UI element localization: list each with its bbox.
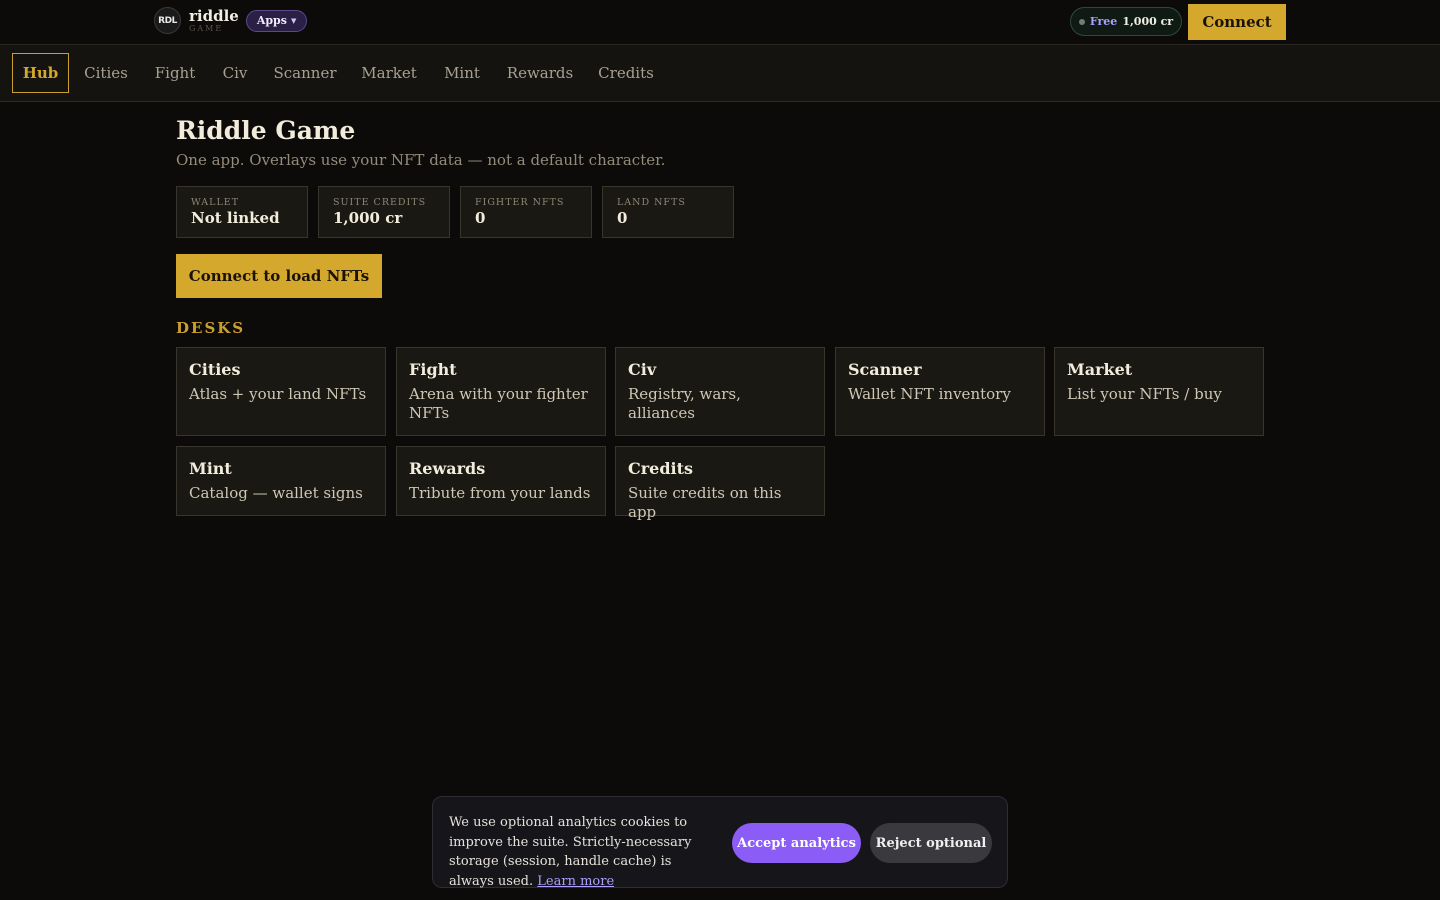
top-bar: RDL riddle GAME Apps ▼ Free 1,000 cr Con… — [0, 0, 1440, 45]
free-label: Free — [1089, 15, 1118, 28]
logo-badge-icon: RDL — [154, 7, 181, 34]
tab-scanner[interactable]: Scanner — [268, 53, 342, 93]
desk-title: Cities — [189, 360, 241, 379]
tab-civ[interactable]: Civ — [216, 53, 254, 93]
desk-description: Registry, wars, alliances — [628, 385, 741, 422]
stat-suite-credits: SUITE CREDITS 1,000 cr — [318, 186, 450, 238]
reject-optional-button[interactable]: Reject optional — [870, 823, 992, 863]
desk-card-rewards[interactable]: Rewards Tribute from your lands — [396, 446, 606, 516]
tab-mint[interactable]: Mint — [436, 53, 488, 93]
stat-wallet: WALLET Not linked — [176, 186, 308, 238]
tab-fight[interactable]: Fight — [148, 53, 202, 93]
desk-card-cities[interactable]: Cities Atlas + your land NFTs — [176, 347, 386, 436]
accept-analytics-button[interactable]: Accept analytics — [732, 823, 861, 863]
cookie-text: We use optional analytics cookies to imp… — [449, 813, 719, 891]
desk-description: Suite credits on this app — [628, 484, 782, 521]
free-credits-value: 1,000 cr — [1122, 15, 1174, 28]
tab-rewards[interactable]: Rewards — [502, 53, 578, 93]
desk-card-fight[interactable]: Fight Arena with your fighter NFTs — [396, 347, 606, 436]
connect-button[interactable]: Connect — [1188, 4, 1286, 40]
desk-card-mint[interactable]: Mint Catalog — wallet signs — [176, 446, 386, 516]
desk-title: Civ — [628, 360, 657, 379]
apps-label: Apps — [256, 14, 287, 27]
tab-cities[interactable]: Cities — [78, 53, 134, 93]
desk-card-civ[interactable]: Civ Registry, wars, alliances — [615, 347, 825, 436]
desk-description: List your NFTs / buy — [1067, 385, 1222, 403]
desk-title: Market — [1067, 360, 1133, 379]
desk-description: Tribute from your lands — [409, 484, 591, 502]
brand: riddle GAME — [189, 6, 239, 33]
chevron-down-icon: ▼ — [290, 16, 297, 25]
stat-value: Not linked — [191, 209, 280, 227]
desk-title: Scanner — [848, 360, 922, 379]
cookie-banner: We use optional analytics cookies to imp… — [432, 796, 1008, 891]
stat-label: SUITE CREDITS — [333, 197, 427, 208]
brand-sub: GAME — [189, 23, 224, 33]
desk-title: Rewards — [409, 459, 486, 478]
desk-title: Fight — [409, 360, 457, 379]
desk-card-scanner[interactable]: Scanner Wallet NFT inventory — [835, 347, 1045, 436]
stat-fighter-nfts: FIGHTER NFTS 0 — [460, 186, 592, 238]
stat-label: FIGHTER NFTS — [475, 197, 565, 208]
desk-description: Arena with your fighter NFTs — [409, 385, 588, 422]
stat-value: 0 — [617, 209, 628, 227]
desk-description: Wallet NFT inventory — [848, 385, 1011, 403]
stat-label: LAND NFTS — [617, 197, 686, 208]
status-dot-icon — [1078, 18, 1085, 25]
page-subtitle: One app. Overlays use your NFT data — no… — [176, 151, 666, 169]
stat-value: 0 — [475, 209, 486, 227]
desk-card-market[interactable]: Market List your NFTs / buy — [1054, 347, 1264, 436]
stat-label: WALLET — [191, 197, 240, 208]
learn-more-link[interactable]: Learn more — [537, 874, 614, 889]
desks-section-title: DESKS — [176, 319, 246, 337]
desk-description: Catalog — wallet signs — [189, 484, 363, 502]
connect-to-load-nfts-button[interactable]: Connect to load NFTs — [176, 254, 382, 298]
tab-market[interactable]: Market — [356, 53, 422, 93]
desk-description: Atlas + your land NFTs — [189, 385, 367, 403]
apps-menu-button[interactable]: Apps ▼ — [245, 9, 308, 32]
desk-title: Credits — [628, 459, 694, 478]
desk-title: Mint — [189, 459, 232, 478]
nav-bar: Hub Cities Fight Civ Scanner Market Mint… — [0, 45, 1440, 102]
brand-name: riddle — [189, 6, 239, 25]
free-credits-pill[interactable]: Free 1,000 cr — [1070, 7, 1182, 36]
page-title: Riddle Game — [176, 116, 356, 145]
stat-land-nfts: LAND NFTS 0 — [602, 186, 734, 238]
stat-value: 1,000 cr — [333, 209, 403, 227]
brand-logo[interactable]: RDL riddle GAME Apps ▼ — [154, 6, 308, 34]
desk-card-credits[interactable]: Credits Suite credits on this app — [615, 446, 825, 521]
tab-credits[interactable]: Credits — [592, 53, 660, 93]
tab-hub[interactable]: Hub — [12, 53, 69, 93]
